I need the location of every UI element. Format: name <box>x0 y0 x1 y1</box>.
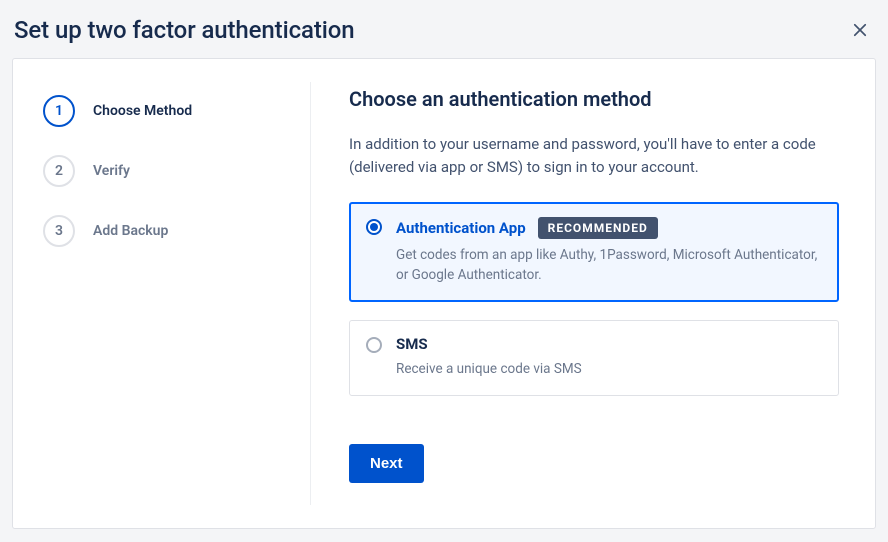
step-add-backup[interactable]: 3 Add Backup <box>43 207 280 255</box>
close-button[interactable] <box>844 14 876 46</box>
step-number: 1 <box>43 95 75 127</box>
step-list: 1 Choose Method 2 Verify 3 Add Backup <box>13 82 311 505</box>
next-button[interactable]: Next <box>349 444 424 483</box>
actions: Next <box>349 444 839 483</box>
step-number: 3 <box>43 215 75 247</box>
option-body: Authentication App RECOMMENDED Get codes… <box>396 217 822 286</box>
step-label: Choose Method <box>93 103 192 119</box>
content-description: In addition to your username and passwor… <box>349 133 839 180</box>
step-label: Add Backup <box>93 223 168 239</box>
option-title: SMS <box>396 335 428 353</box>
step-verify[interactable]: 2 Verify <box>43 147 280 195</box>
option-title-row: Authentication App RECOMMENDED <box>396 217 822 239</box>
step-choose-method[interactable]: 1 Choose Method <box>43 87 280 135</box>
dialog-title: Set up two factor authentication <box>14 16 355 44</box>
radio-icon <box>366 337 382 353</box>
option-title-row: SMS <box>396 335 822 353</box>
option-title: Authentication App <box>396 219 526 237</box>
option-description: Get codes from an app like Authy, 1Passw… <box>396 245 822 286</box>
radio-icon <box>366 219 382 235</box>
option-sms[interactable]: SMS Receive a unique code via SMS <box>349 320 839 396</box>
content-title: Choose an authentication method <box>349 87 839 111</box>
recommended-badge: RECOMMENDED <box>538 217 658 239</box>
step-label: Verify <box>93 163 130 179</box>
setup-card: 1 Choose Method 2 Verify 3 Add Backup Ch… <box>12 58 876 529</box>
step-number: 2 <box>43 155 75 187</box>
content-pane: Choose an authentication method In addit… <box>311 82 875 505</box>
dialog-header: Set up two factor authentication <box>0 0 888 58</box>
option-description: Receive a unique code via SMS <box>396 359 822 379</box>
close-icon <box>851 21 869 39</box>
option-body: SMS Receive a unique code via SMS <box>396 335 822 379</box>
option-authentication-app[interactable]: Authentication App RECOMMENDED Get codes… <box>349 202 839 303</box>
